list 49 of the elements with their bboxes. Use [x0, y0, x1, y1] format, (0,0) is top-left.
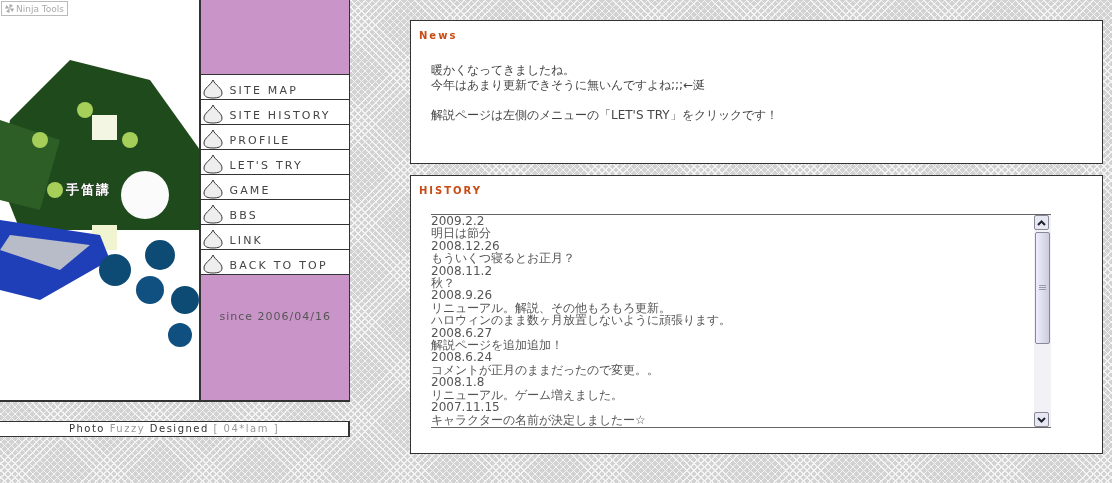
- panel-title: News: [419, 30, 459, 41]
- drop-icon: [203, 79, 224, 99]
- drop-icon: [203, 154, 224, 174]
- nav-link[interactable]: GAME: [201, 174, 349, 199]
- history-line: 解説ページを追加追加！: [431, 339, 564, 352]
- history-line: リニューアル。ゲーム増えました。: [431, 388, 624, 402]
- history-line: ハロウィンのまま数ヶ月放置しないように頑張ります。: [431, 314, 732, 327]
- chevron-up-icon: [1037, 219, 1046, 226]
- history-line: キャラクターの名前が決定しましたー☆: [431, 413, 647, 426]
- nav-link[interactable]: BBS: [201, 199, 349, 224]
- nav-link[interactable]: SITE HISTORY: [201, 99, 349, 124]
- drop-icon: [203, 204, 224, 224]
- news-line: 解説ページは左側のメニューの「LET'S TRY」をクリックです！: [431, 108, 779, 123]
- chevron-down-icon: [1037, 416, 1046, 423]
- pinwheel-icon: [5, 4, 14, 13]
- drop-icon: [203, 179, 224, 199]
- drop-icon: [203, 229, 224, 249]
- grip-icon: [1039, 285, 1046, 291]
- history-line: 2008.6.24: [431, 351, 493, 364]
- scrollbar-thumb[interactable]: [1035, 232, 1050, 344]
- history-line: リニューアル。解説、その他もろもろ更新。: [431, 301, 671, 315]
- history-line: 2008.11.2: [431, 264, 493, 278]
- history-line: 2008.6.27: [431, 326, 494, 340]
- history-line: 秋？: [431, 277, 455, 290]
- drop-icon: [203, 104, 224, 124]
- history-line: 2007.11.15: [431, 401, 501, 414]
- history-line: 2008.9.26: [431, 289, 494, 302]
- nav-link[interactable]: BACK TO TOP: [201, 249, 349, 275]
- nav-link[interactable]: LINK: [201, 224, 349, 249]
- history-line: 2008.1.8: [431, 376, 485, 389]
- history-textarea[interactable]: [431, 214, 1051, 428]
- history-line: コメントが正月のままだったので変更。。: [431, 363, 660, 377]
- nav-link[interactable]: LET'S TRY: [201, 149, 349, 174]
- news-line: 今年はあまり更新できそうに無いんですよね;;;←涎: [431, 78, 707, 93]
- history-line: 2008.12.26: [431, 239, 500, 253]
- scroll-up-button[interactable]: [1034, 215, 1049, 230]
- nav-link[interactable]: PROFILE: [201, 124, 349, 149]
- scroll-down-button[interactable]: [1034, 412, 1049, 427]
- nav-link[interactable]: SITE MAP: [201, 74, 349, 99]
- since-date: since 2006/04/16: [218, 310, 332, 323]
- site-title: 手笛講: [66, 181, 111, 199]
- badge-label: Ninja Tools: [16, 3, 64, 14]
- drop-icon: [203, 129, 224, 149]
- history-line: 明日は節分: [431, 227, 492, 240]
- history-line: もういくつ寝るとお正月？: [431, 252, 576, 265]
- news-line: 暖かくなってきましたね。: [431, 63, 576, 78]
- history-line: 2009.2.2: [431, 215, 485, 228]
- drop-icon: [203, 254, 224, 274]
- panel-title: HISTORY: [419, 185, 483, 196]
